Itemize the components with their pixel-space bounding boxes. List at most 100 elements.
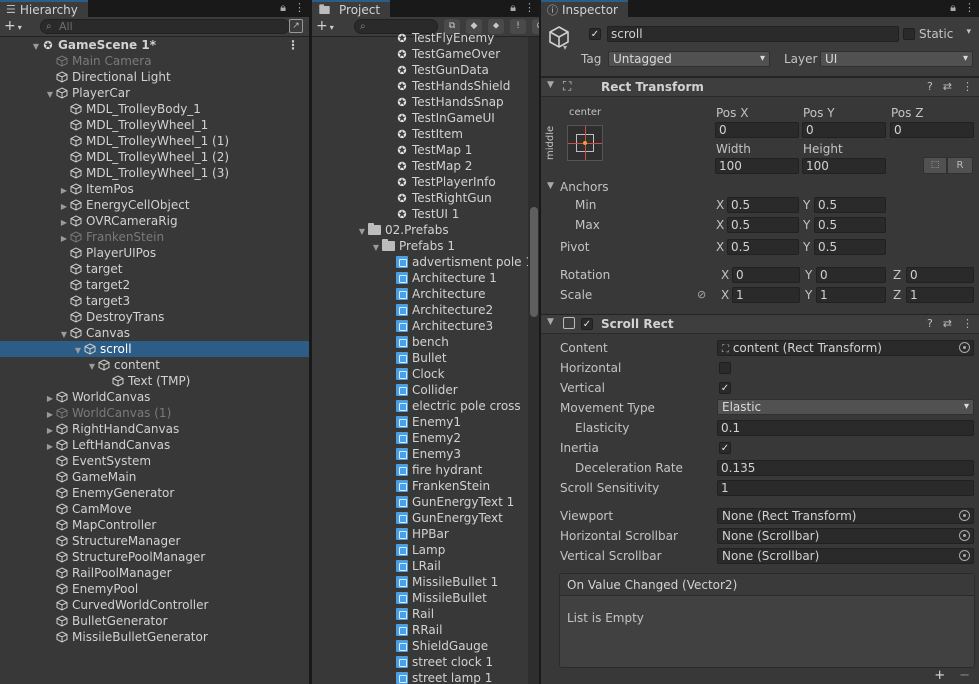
hierarchy-row[interactable]: target bbox=[0, 261, 309, 277]
project-row[interactable]: FrankenStein bbox=[312, 478, 539, 494]
project-row[interactable]: Bullet bbox=[312, 350, 539, 366]
project-row[interactable]: GunEnergyText bbox=[312, 510, 539, 526]
active-checkbox[interactable]: ✓ bbox=[589, 28, 601, 40]
lock-icon[interactable]: 🔒︎ bbox=[950, 1, 956, 15]
project-row[interactable]: LRail bbox=[312, 558, 539, 574]
project-row[interactable]: bench bbox=[312, 334, 539, 350]
hierarchy-row[interactable]: MDL_TrolleyWheel_1 (3) bbox=[0, 165, 309, 181]
hierarchy-row[interactable]: MDL_TrolleyWheel_1 bbox=[0, 117, 309, 133]
deceleration-rate-field[interactable]: 0.135 bbox=[717, 460, 974, 476]
blueprint-mode-button[interactable]: ⬚ bbox=[923, 157, 947, 174]
hierarchy-row[interactable]: CurvedWorldController bbox=[0, 597, 309, 613]
hierarchy-row[interactable]: RailPoolManager bbox=[0, 565, 309, 581]
project-scrollbar-thumb[interactable] bbox=[530, 207, 538, 317]
scroll-sensitivity-field[interactable]: 1 bbox=[717, 480, 974, 496]
project-row[interactable]: ✪ TestUI 1 bbox=[312, 206, 539, 222]
anchors-foldout-icon[interactable]: ▼ bbox=[547, 181, 554, 191]
horizontal-scrollbar-object-field[interactable]: None (Scrollbar) bbox=[717, 528, 974, 544]
project-scrollbar-track[interactable] bbox=[528, 37, 539, 684]
project-row[interactable]: ▼ Prefabs 1 bbox=[312, 238, 539, 254]
project-row[interactable]: MissileBullet bbox=[312, 590, 539, 606]
chevron-down-icon[interactable]: ▾ bbox=[563, 43, 567, 52]
hierarchy-row[interactable]: MDL_TrolleyBody_1 bbox=[0, 101, 309, 117]
pos-y-field[interactable]: 0 bbox=[802, 122, 886, 138]
object-picker-icon[interactable] bbox=[959, 530, 970, 541]
tab-hierarchy[interactable]: ☰ Hierarchy bbox=[0, 0, 88, 17]
project-row[interactable]: Architecture bbox=[312, 286, 539, 302]
help-icon[interactable]: ? bbox=[927, 317, 933, 330]
hierarchy-row[interactable]: ▶ RightHandCanvas bbox=[0, 421, 309, 437]
hierarchy-row[interactable]: GameMain bbox=[0, 469, 309, 485]
hierarchy-row[interactable]: ▼ ✪ GameScene 1* ⋮ bbox=[0, 37, 309, 53]
hierarchy-row[interactable]: EnemyPool bbox=[0, 581, 309, 597]
rotation-x-field[interactable]: 0 bbox=[732, 267, 800, 283]
hierarchy-row[interactable]: target2 bbox=[0, 277, 309, 293]
width-field[interactable]: 100 bbox=[715, 158, 799, 174]
hierarchy-row[interactable]: ▼ content bbox=[0, 357, 309, 373]
kebab-menu-icon[interactable]: ⋮ bbox=[524, 1, 535, 15]
add-event-button[interactable]: + bbox=[934, 668, 945, 683]
hierarchy-row[interactable]: ▼ Canvas bbox=[0, 325, 309, 341]
vertical-scrollbar-object-field[interactable]: None (Scrollbar) bbox=[717, 548, 974, 564]
lock-icon[interactable]: 🔒︎ bbox=[510, 1, 516, 15]
preset-icon[interactable]: ⇄ bbox=[943, 317, 952, 330]
layer-dropdown[interactable]: UI bbox=[820, 51, 973, 67]
object-picker-icon[interactable] bbox=[959, 342, 970, 353]
raw-edit-button[interactable]: R bbox=[947, 157, 973, 174]
project-row[interactable]: Enemy2 bbox=[312, 430, 539, 446]
remove-event-button[interactable]: − bbox=[959, 668, 970, 683]
hierarchy-row[interactable]: MDL_TrolleyWheel_1 (1) bbox=[0, 133, 309, 149]
lock-icon[interactable]: 🔒︎ bbox=[280, 1, 286, 15]
rect-transform-header[interactable]: ▼ ⛶ Rect Transform ? ⇄ ⋮ bbox=[541, 77, 979, 97]
scale-z-field[interactable]: 1 bbox=[906, 287, 974, 303]
content-object-field[interactable]: ⛶ content (Rect Transform) bbox=[717, 340, 974, 356]
preset-icon[interactable]: ⇄ bbox=[943, 80, 952, 93]
project-row[interactable]: ✪ TestItem bbox=[312, 126, 539, 142]
hierarchy-row[interactable]: ▶ EnergyCellObject bbox=[0, 197, 309, 213]
horizontal-checkbox[interactable] bbox=[719, 362, 731, 374]
project-row[interactable]: ✪ TestMap 2 bbox=[312, 158, 539, 174]
hierarchy-row[interactable]: ▶ OVRCameraRig bbox=[0, 213, 309, 229]
scale-y-field[interactable]: 1 bbox=[816, 287, 886, 303]
foldout-arrow-icon[interactable]: ▼ bbox=[547, 80, 554, 90]
project-row[interactable]: GunEnergyText 1 bbox=[312, 494, 539, 510]
pos-x-field[interactable]: 0 bbox=[715, 122, 799, 138]
search-options-icon[interactable]: ↗ bbox=[289, 19, 303, 33]
hierarchy-row[interactable]: MissileBulletGenerator bbox=[0, 629, 309, 645]
project-row[interactable]: Collider bbox=[312, 382, 539, 398]
project-row[interactable]: ✪ TestMap 1 bbox=[312, 142, 539, 158]
hierarchy-row[interactable]: Text (TMP) bbox=[0, 373, 309, 389]
kebab-menu-icon[interactable]: ⋮ bbox=[287, 37, 299, 53]
project-row[interactable]: street lamp 1 bbox=[312, 670, 539, 684]
project-row[interactable]: Lamp bbox=[312, 542, 539, 558]
project-row[interactable]: ✪ TestHandsShield bbox=[312, 78, 539, 94]
hierarchy-row[interactable]: BulletGenerator bbox=[0, 613, 309, 629]
hierarchy-row[interactable]: ▶ LeftHandCanvas bbox=[0, 437, 309, 453]
hierarchy-row[interactable]: target3 bbox=[0, 293, 309, 309]
project-row[interactable]: ✪ TestRightGun bbox=[312, 190, 539, 206]
static-checkbox[interactable] bbox=[903, 28, 915, 40]
help-icon[interactable]: ? bbox=[927, 80, 933, 93]
project-row[interactable]: RRail bbox=[312, 622, 539, 638]
project-row[interactable]: Rail bbox=[312, 606, 539, 622]
hierarchy-row[interactable]: CamMove bbox=[0, 501, 309, 517]
project-row[interactable]: ✪ TestInGameUI bbox=[312, 110, 539, 126]
static-dropdown-icon[interactable]: ▾ bbox=[966, 27, 971, 37]
tab-project[interactable]: Project bbox=[312, 0, 391, 17]
pivot-y-field[interactable]: 0.5 bbox=[814, 239, 886, 255]
hierarchy-row[interactable]: MapController bbox=[0, 517, 309, 533]
kebab-menu-icon[interactable]: ⋮ bbox=[962, 80, 973, 93]
project-row[interactable]: Clock bbox=[312, 366, 539, 382]
hierarchy-row[interactable]: ▶ FrankenStein bbox=[0, 229, 309, 245]
project-row[interactable]: Enemy1 bbox=[312, 414, 539, 430]
pos-z-field[interactable]: 0 bbox=[890, 122, 974, 138]
hierarchy-row[interactable]: ▶ WorldCanvas (1) bbox=[0, 405, 309, 421]
scroll-rect-header[interactable]: ▼ ✓ Scroll Rect ? ⇄ ⋮ bbox=[541, 314, 979, 334]
height-field[interactable]: 100 bbox=[802, 158, 886, 174]
object-name-field[interactable]: scroll bbox=[607, 26, 899, 42]
movement-type-dropdown[interactable]: Elastic bbox=[717, 399, 974, 415]
hierarchy-row[interactable]: EnemyGenerator bbox=[0, 485, 309, 501]
anchor-min-y-field[interactable]: 0.5 bbox=[814, 197, 886, 213]
project-row[interactable]: ✪ TestPlayerInfo bbox=[312, 174, 539, 190]
inertia-checkbox[interactable]: ✓ bbox=[719, 442, 731, 454]
